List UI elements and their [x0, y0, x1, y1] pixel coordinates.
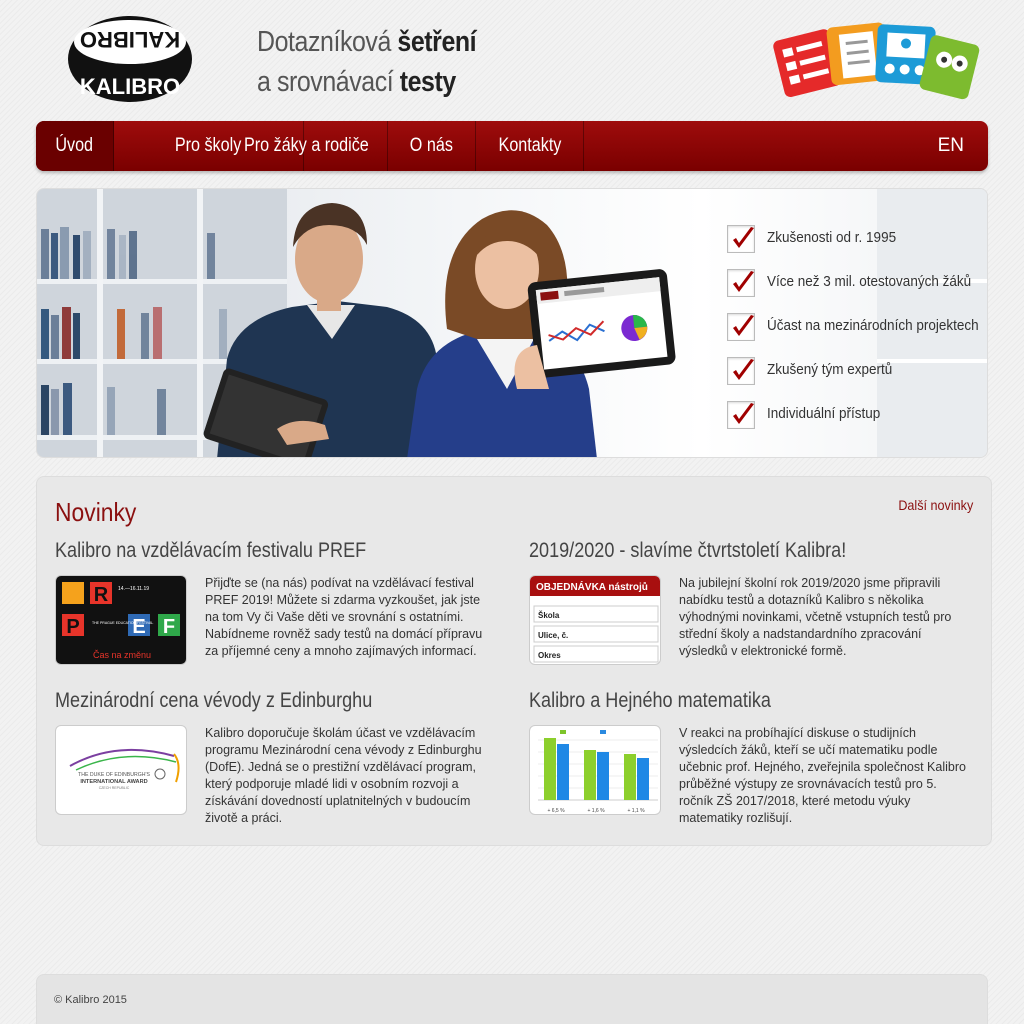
- nav-item-o-nas[interactable]: O nás: [388, 121, 476, 171]
- tagline-line2: a srovnávací: [257, 66, 400, 98]
- article-title[interactable]: 2019/2020 - slavíme čtvrtstoletí Kalibra…: [529, 539, 907, 563]
- pref-letter-e: E: [132, 616, 145, 638]
- pref-letter-f: F: [163, 616, 175, 638]
- checkmark-icon: [727, 225, 755, 253]
- checkmark-icon: [727, 401, 755, 429]
- news-article: 2019/2020 - slavíme čtvrtstoletí Kalibra…: [529, 539, 969, 665]
- article-thumbnail-dofe[interactable]: THE DUKE OF EDINBURGH'S INTERNATIONAL AW…: [55, 725, 187, 815]
- feature-label: Účast na mezinárodních projektech: [767, 317, 979, 334]
- language-switch-en[interactable]: EN: [938, 121, 964, 171]
- news-article: Kalibro a Hejného matematika + 6,5 % + 1…: [529, 689, 969, 825]
- pref-dates: 14.—16.11.19: [118, 586, 149, 592]
- news-section: Novinky Další novinky Kalibro na vzděláv…: [36, 476, 992, 846]
- logo-text-top: KALIBRO: [80, 27, 180, 52]
- chart-diff-label: + 6,5 %: [547, 808, 565, 814]
- feature-label: Více než 3 mil. otestovaných žáků: [767, 273, 972, 290]
- order-form-row: Okres: [538, 651, 561, 660]
- kalibro-logo[interactable]: KALIBRO KALIBRO: [64, 12, 196, 106]
- main-navigation: Úvod Pro školy Pro žáky a rodiče O nás K…: [36, 121, 988, 171]
- feature-item: Zkušenosti od r. 1995: [727, 223, 987, 267]
- chart-diff-label: + 1,6 %: [587, 808, 605, 814]
- checkmark-icon: [727, 313, 755, 341]
- dofe-line1: THE DUKE OF EDINBURGH'S: [78, 772, 150, 778]
- nav-item-pro-zaky-a-rodice[interactable]: Pro žáky a rodiče: [226, 121, 388, 171]
- article-title[interactable]: Mezinárodní cena vévody z Edinburghu: [55, 689, 433, 713]
- article-text: Přijďte se (na nás) podívat na vzdělávac…: [205, 576, 483, 658]
- feature-label: Zkušenosti od r. 1995: [767, 229, 897, 246]
- tagline-line2-bold: testy: [399, 66, 457, 98]
- news-article: Mezinárodní cena vévody z Edinburghu THE…: [55, 689, 495, 825]
- dofe-line2: INTERNATIONAL AWARD: [80, 779, 147, 785]
- tagline-line1: Dotazníková: [257, 26, 398, 58]
- feature-label: Individuální přístup: [767, 405, 881, 422]
- feature-label: Zkušený tým expertů: [767, 361, 893, 378]
- feature-list: Zkušenosti od r. 1995 Více než 3 mil. ot…: [727, 223, 987, 443]
- nav-item-uvod[interactable]: Úvod: [36, 121, 114, 171]
- news-article: Kalibro na vzdělávacím festivalu PREF R …: [55, 539, 495, 665]
- copyright-text: © Kalibro 2015: [54, 994, 127, 1006]
- chart-diff-label: + 1,1 %: [627, 808, 645, 814]
- site-tagline: Dotazníková šetření a srovnávací testy: [257, 22, 477, 102]
- dofe-line3: CZECH REPUBLIC: [99, 786, 130, 790]
- pref-letter-r: R: [94, 584, 109, 606]
- article-text: Na jubilejní školní rok 2019/2020 jsme p…: [679, 576, 952, 658]
- order-form-header: OBJEDNÁVKA nástrojů: [536, 580, 648, 593]
- article-thumbnail-order-form[interactable]: OBJEDNÁVKA nástrojů Škola Ulice, č. Okre…: [529, 575, 661, 665]
- article-text: V reakci na probíhající diskuse o studij…: [679, 726, 966, 825]
- news-heading: Novinky: [55, 497, 137, 527]
- nav-item-kontakty[interactable]: Kontakty: [476, 121, 584, 171]
- article-thumbnail-math-chart[interactable]: + 6,5 % + 1,6 % + 1,1 %: [529, 725, 661, 815]
- checkmark-icon: [727, 269, 755, 297]
- article-title[interactable]: Kalibro na vzdělávacím festivalu PREF: [55, 539, 433, 563]
- checkmark-icon: [727, 357, 755, 385]
- order-form-row: Škola: [538, 611, 560, 620]
- feature-item: Zkušený tým expertů: [727, 355, 987, 399]
- pref-subtitle: THE PRAGUE EDUCATION FESTIVAL: [92, 621, 153, 625]
- article-thumbnail-pref[interactable]: R P E F 14.—16.11.19 THE PRAGUE EDUCATIO…: [55, 575, 187, 665]
- pref-caption: Čas na změnu: [93, 650, 151, 660]
- order-form-row: Ulice, č.: [538, 631, 568, 640]
- feature-item: Více než 3 mil. otestovaných žáků: [727, 267, 987, 311]
- article-title[interactable]: Kalibro a Hejného matematika: [529, 689, 907, 713]
- article-text: Kalibro doporučuje školám účast ve vzděl…: [205, 726, 482, 825]
- hero-banner: Zkušenosti od r. 1995 Více než 3 mil. ot…: [36, 188, 988, 458]
- pref-letter-p: P: [66, 616, 79, 638]
- more-news-link[interactable]: Další novinky: [898, 497, 973, 513]
- footer: © Kalibro 2015: [36, 974, 988, 1024]
- feature-item: Individuální přístup: [727, 399, 987, 443]
- logo-text-bottom: KALIBRO: [80, 74, 180, 99]
- feature-item: Účast na mezinárodních projektech: [727, 311, 987, 355]
- tagline-line1-bold: šetření: [397, 26, 477, 58]
- header-icons: [766, 14, 988, 106]
